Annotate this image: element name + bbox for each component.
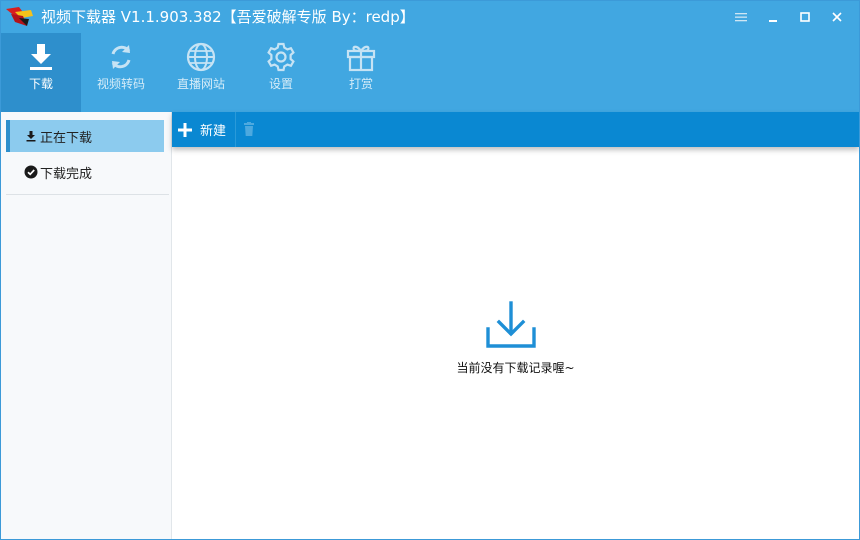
trash-icon[interactable] [242,122,256,137]
header: 视频下载器 V1.1.903.382【吾爱破解专版 By：redp】 下载 视频… [1,1,859,112]
tool-label: 直播网站 [176,77,225,91]
window-controls [725,7,853,27]
download-icon [26,131,36,142]
app-logo-icon [6,7,33,26]
tool-label: 视频转码 [96,77,145,91]
minimize-button[interactable] [757,7,789,27]
new-button-label: 新建 [200,124,227,139]
app-window: 视频下载器 V1.1.903.382【吾爱破解专版 By：redp】 下载 视频… [0,0,860,540]
maximize-icon [800,12,810,22]
gear-icon [267,42,295,72]
sidebar: 正在下载 下载完成 [1,112,172,539]
maximize-button[interactable] [789,7,821,27]
empty-state: 当前没有下载记录喔~ [172,147,859,539]
sidebar-item-label: 正在下载 [40,130,93,146]
window-title: 视频下载器 V1.1.903.382【吾爱破解专版 By：redp】 [41,8,415,26]
sidebar-item-completed[interactable]: 下载完成 [6,156,169,188]
refresh-icon [111,45,131,69]
menu-icon [735,13,747,22]
download-tray-icon [486,301,536,348]
tool-label: 打赏 [348,77,373,91]
minimize-icon [769,20,777,22]
tool-live-sites[interactable]: 直播网站 [161,33,241,112]
tool-label: 设置 [268,77,293,91]
main-toolbar: 下载 视频转码 直播网站 设置 打赏 [1,33,401,112]
gift-icon [346,45,376,72]
sidebar-list: 正在下载 下载完成 [6,116,169,195]
tool-settings[interactable]: 设置 [241,33,321,112]
close-button[interactable] [821,7,853,27]
action-bar: 新建 [172,112,859,147]
close-icon [832,12,842,22]
tool-transcode[interactable]: 视频转码 [81,33,161,112]
sidebar-item-label: 下载完成 [40,166,93,182]
title-bar[interactable]: 视频下载器 V1.1.903.382【吾爱破解专版 By：redp】 [1,1,859,33]
globe-icon [186,42,216,72]
menu-button[interactable] [725,7,757,27]
tool-download[interactable]: 下载 [1,33,81,112]
sidebar-item-downloading[interactable]: 正在下载 [6,120,164,152]
plus-icon [178,122,192,137]
download-icon [30,44,52,70]
empty-message: 当前没有下载记录喔~ [456,361,575,375]
check-circle-icon [24,165,38,179]
new-button[interactable]: 新建 [172,112,236,147]
tool-label: 下载 [28,77,53,91]
tool-donate[interactable]: 打赏 [321,33,401,112]
